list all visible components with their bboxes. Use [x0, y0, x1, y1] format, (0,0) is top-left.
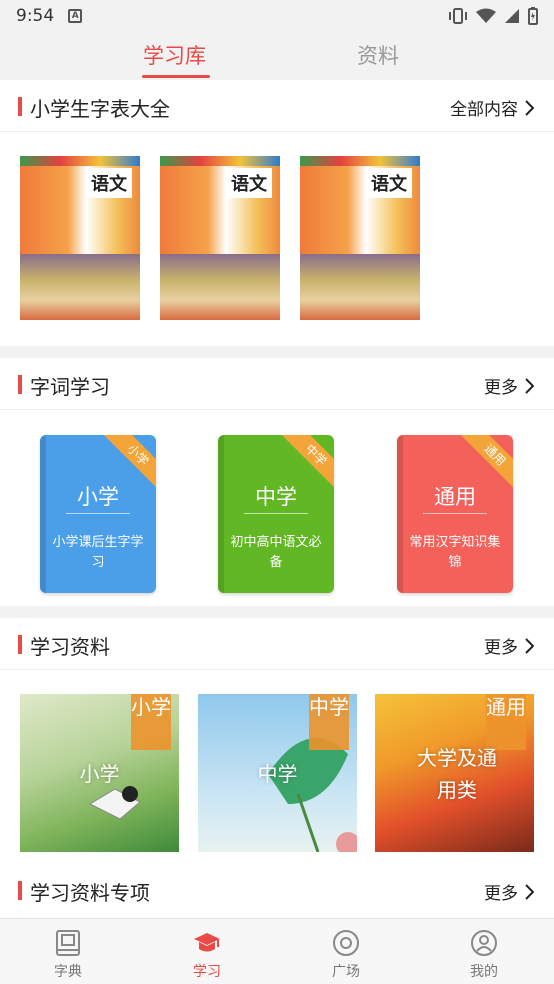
cover-title: 语文	[366, 168, 412, 198]
nav-square[interactable]: 广场	[301, 919, 391, 984]
view-all-link[interactable]: 全部内容	[450, 95, 534, 120]
view-all-label: 全部内容	[450, 100, 518, 120]
book-description: 初中高中语文必备	[230, 535, 322, 570]
chevron-right-icon	[525, 377, 534, 394]
user-icon	[471, 930, 497, 956]
tile-name: 中学	[257, 762, 298, 786]
divider	[423, 513, 487, 514]
textbook-cover[interactable]: 语文	[20, 156, 140, 320]
tile-tag: 中学	[309, 694, 349, 750]
textbook-cover[interactable]: 语文	[300, 156, 420, 320]
nav-study[interactable]: 学习	[162, 919, 252, 984]
cover-title: 语文	[226, 168, 272, 198]
cover-stripe	[300, 156, 420, 166]
divider	[244, 513, 308, 514]
cover-stripe	[20, 156, 140, 166]
section-accent-bar	[18, 635, 22, 654]
section-header: 字词学习 更多	[0, 358, 554, 410]
nav-label: 广场	[332, 964, 360, 980]
section-study-materials: 学习资料 更多 小学 小学 中学 中学 通用 大学及通用类	[0, 618, 554, 864]
tile-name: 小学	[79, 762, 120, 786]
section-header: 小学生字表大全 全部内容	[0, 80, 554, 132]
graduation-cap-icon	[194, 933, 220, 952]
section-title: 学习资料专项	[30, 881, 150, 905]
top-tabs: 学习库 资料	[0, 32, 554, 80]
book-description: 小学课后生字学习	[52, 535, 144, 570]
book-spine	[397, 435, 403, 593]
book-spine	[40, 435, 46, 593]
book-general[interactable]: 通用 通用 常用汉字知识集锦	[397, 435, 513, 593]
textbook-cover[interactable]: 语文	[160, 156, 280, 320]
book-middle-school[interactable]: 中学 中学 初中高中语文必备	[218, 435, 334, 593]
section-accent-bar	[18, 97, 22, 116]
cover-stripe	[160, 156, 280, 166]
vibrate-icon	[449, 8, 467, 24]
section-title: 小学生字表大全	[30, 97, 170, 121]
divider	[66, 513, 130, 514]
nav-dictionary[interactable]: 字典	[23, 919, 113, 984]
more-link[interactable]: 更多	[484, 633, 534, 658]
compass-icon	[333, 930, 359, 956]
more-label: 更多	[484, 884, 518, 904]
more-label: 更多	[484, 378, 518, 398]
section-accent-bar	[18, 375, 22, 394]
wifi-icon	[476, 8, 496, 23]
cover-title: 语文	[86, 168, 132, 198]
nav-label: 我的	[470, 964, 498, 980]
more-label: 更多	[484, 638, 518, 658]
active-tab-indicator	[142, 75, 210, 78]
book-icon	[56, 930, 80, 956]
book-description: 常用汉字知识集锦	[409, 535, 501, 570]
chevron-right-icon	[525, 883, 534, 900]
chevron-right-icon	[525, 637, 534, 654]
section-accent-bar	[18, 881, 22, 900]
book-name: 中学	[255, 485, 297, 509]
tab-study-library[interactable]: 学习库	[143, 40, 206, 70]
section-header: 学习资料专项 更多	[0, 864, 554, 916]
cover-art-bottom	[300, 254, 420, 320]
nav-mine[interactable]: 我的	[439, 919, 529, 984]
section-character-tables: 小学生字表大全 全部内容 语文 语文 语文	[0, 80, 554, 346]
book-name: 小学	[77, 485, 119, 509]
signal-icon	[505, 9, 519, 23]
section-header: 学习资料 更多	[0, 618, 554, 670]
battery-icon	[528, 7, 538, 25]
more-link[interactable]: 更多	[484, 373, 534, 398]
cover-art-bottom	[160, 254, 280, 320]
status-bar: 9:54 A	[0, 0, 554, 32]
chevron-right-icon	[525, 99, 534, 116]
book-primary-school[interactable]: 小学 小学 小学课后生字学习	[40, 435, 156, 593]
section-word-study: 字词学习 更多 小学 小学 小学课后生字学习 中学 中学 初中高中语文必备 通用…	[0, 358, 554, 606]
material-tile-middle[interactable]: 中学 中学	[198, 694, 357, 852]
tab-materials[interactable]: 资料	[357, 40, 399, 70]
section-special-materials: 学习资料专项 更多	[0, 864, 554, 918]
cover-art-bottom	[20, 254, 140, 320]
section-title: 学习资料	[30, 635, 110, 659]
nav-label: 字典	[54, 964, 82, 980]
bottom-nav: 字典 学习 广场 我的	[0, 918, 554, 984]
section-title: 字词学习	[30, 375, 110, 399]
material-tile-general[interactable]: 通用 大学及通用类	[375, 694, 534, 852]
status-time: 9:54	[16, 6, 55, 26]
material-tile-primary[interactable]: 小学 小学	[20, 694, 179, 852]
book-spine	[218, 435, 224, 593]
tile-tag: 小学	[131, 694, 171, 750]
book-name: 通用	[434, 485, 476, 509]
more-link[interactable]: 更多	[484, 879, 534, 904]
nav-label: 学习	[193, 964, 221, 980]
status-icons	[448, 7, 538, 25]
notification-a-icon: A	[68, 9, 83, 23]
tile-name: 大学及通用类	[417, 746, 497, 802]
